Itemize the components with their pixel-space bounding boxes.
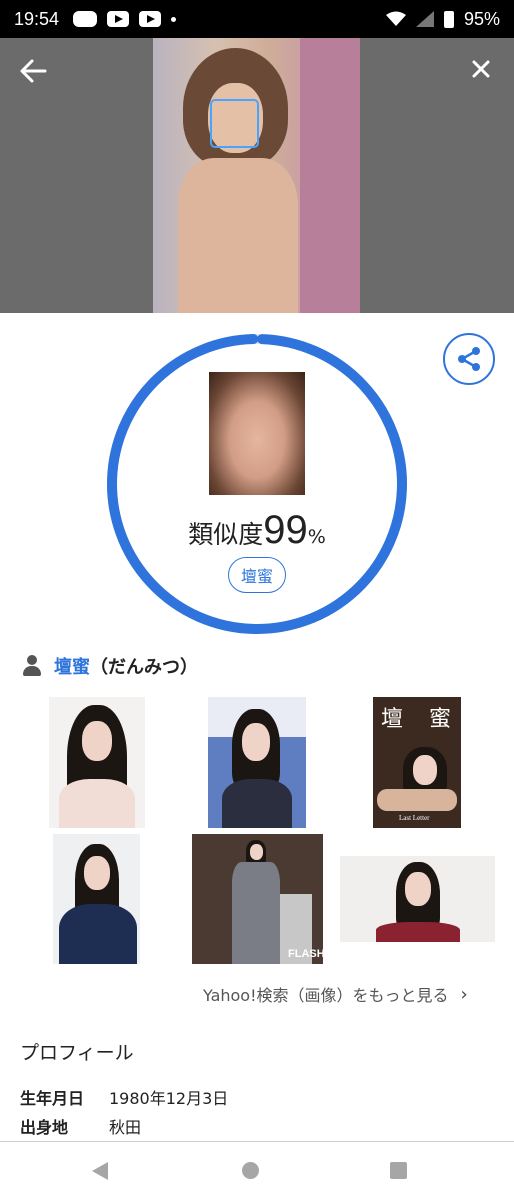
status-time: 19:54 xyxy=(14,8,60,29)
share-button[interactable] xyxy=(443,333,495,385)
notification-app-icon xyxy=(73,11,98,27)
matched-face-photo xyxy=(209,372,305,495)
nav-back-icon[interactable] xyxy=(92,1162,108,1180)
photo-body xyxy=(178,158,298,313)
person-name-link[interactable]: 壇蜜 xyxy=(54,653,90,679)
image-thumbnail-6[interactable] xyxy=(340,856,495,942)
thumb-title-2: 蜜 xyxy=(429,706,452,731)
photo-curtain xyxy=(300,38,360,313)
image-thumbnail-5[interactable]: FLASH xyxy=(192,834,323,964)
thumb-title-1: 壇 xyxy=(381,706,404,731)
status-right: 95% xyxy=(385,8,500,30)
person-header: 壇蜜 （だんみつ） xyxy=(22,652,198,680)
more-images-link[interactable]: Yahoo!検索（画像）をもっと見る › xyxy=(203,982,468,1006)
chevron-right-icon: › xyxy=(460,983,468,1005)
profile-key: 出身地 xyxy=(20,1118,69,1137)
battery-level: 95% xyxy=(463,8,500,29)
detected-face-box[interactable] xyxy=(210,99,259,148)
close-icon xyxy=(472,60,490,78)
image-thumbnail-2[interactable] xyxy=(208,697,306,828)
profile-row-birthday: 生年月日 1980年12月3日 xyxy=(20,1085,228,1109)
battery-icon xyxy=(443,10,454,28)
similarity-label: 類似度 xyxy=(188,520,264,549)
profile-value: 秋田 xyxy=(109,1118,142,1137)
status-bar: 19:54 95% xyxy=(0,0,514,38)
matched-name-chip[interactable]: 壇蜜 xyxy=(228,557,286,593)
nav-recents-icon[interactable] xyxy=(390,1162,407,1179)
profile-value: 1980年12月3日 xyxy=(109,1089,229,1108)
nav-home-icon[interactable] xyxy=(242,1162,259,1179)
thumb-subtitle: Last Letter xyxy=(399,814,430,822)
profile-row-birthplace: 出身地 秋田 xyxy=(20,1114,141,1138)
query-photo xyxy=(153,38,360,313)
close-button[interactable] xyxy=(466,56,496,86)
arrow-left-icon xyxy=(20,59,47,83)
person-icon xyxy=(22,655,42,677)
youtube-icon xyxy=(107,11,130,27)
person-reading: （だんみつ） xyxy=(90,657,198,678)
wifi-icon xyxy=(385,11,406,26)
image-thumbnail-3[interactable]: 壇 蜜 Last Letter xyxy=(373,697,461,828)
system-nav-bar xyxy=(0,1141,514,1200)
similarity-value: 99 xyxy=(263,508,308,552)
share-icon xyxy=(458,347,480,371)
image-thumbnail-1[interactable] xyxy=(49,697,145,828)
thumb-badge: FLASH xyxy=(288,948,323,960)
similarity-unit: % xyxy=(307,526,326,548)
more-images-label: Yahoo!検索（画像）をもっと見る xyxy=(203,986,449,1005)
signal-icon xyxy=(415,11,434,27)
back-button[interactable] xyxy=(18,56,52,86)
profile-heading: プロフィール xyxy=(20,1042,134,1064)
youtube-icon xyxy=(139,11,162,27)
more-notifications-icon xyxy=(171,16,177,22)
similarity-score: 類似度99% xyxy=(150,508,364,553)
image-thumbnail-4[interactable] xyxy=(53,834,140,964)
query-image-area xyxy=(0,38,514,313)
profile-key: 生年月日 xyxy=(20,1089,85,1108)
